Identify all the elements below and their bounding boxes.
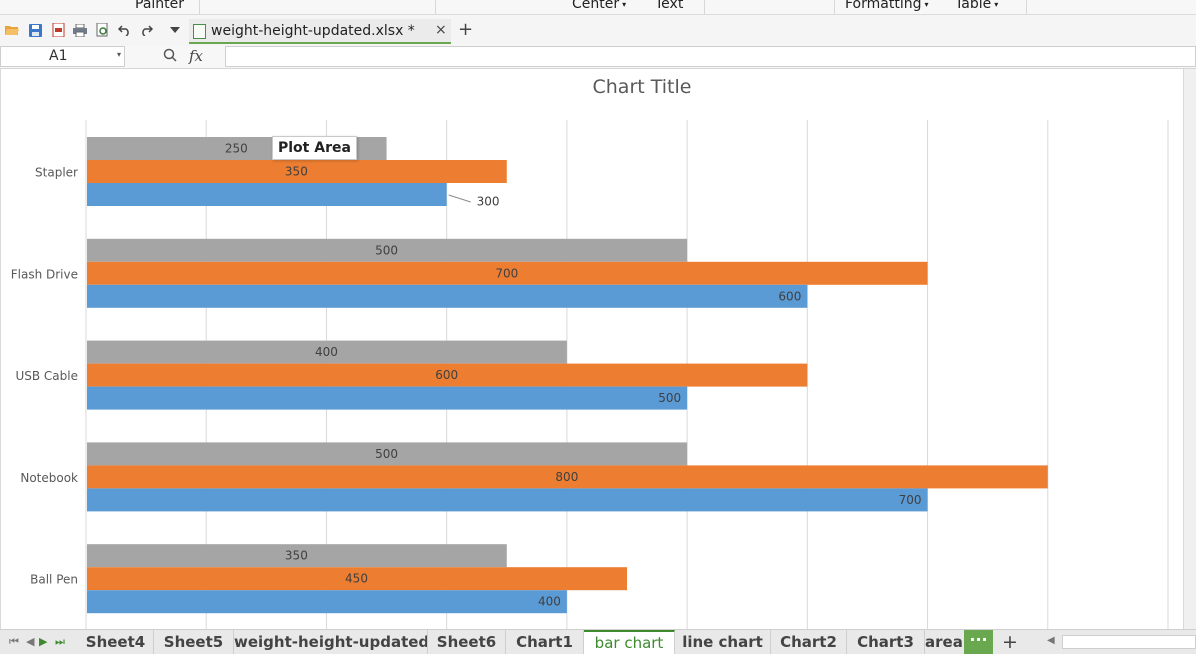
sheet-tab-bar: ⏮ ◀ ▶ ⏭ Sheet4 Sheet5 weight-height-upda… xyxy=(0,629,1196,654)
print-icon[interactable] xyxy=(73,23,87,37)
data-label: 400 xyxy=(315,345,338,359)
chevron-down-icon: ▾ xyxy=(994,0,999,9)
add-sheet-button[interactable]: + xyxy=(1002,631,1018,653)
chart-title[interactable]: Chart Title xyxy=(593,76,692,98)
customize-dropdown-icon[interactable] xyxy=(168,23,182,37)
merge-center-label: Center xyxy=(572,0,620,12)
bar[interactable] xyxy=(87,590,567,614)
first-sheet-icon[interactable]: ⏮ xyxy=(9,635,19,649)
new-tab-button[interactable]: + xyxy=(458,19,473,40)
chevron-down-icon: ▾ xyxy=(622,0,627,9)
ribbon-separator xyxy=(435,0,436,14)
export-pdf-icon[interactable] xyxy=(51,23,65,37)
tab-sheet5[interactable]: Sheet5 xyxy=(154,630,234,654)
title-toolbar: weight-height-updated.xlsx * × + xyxy=(0,15,1196,47)
scroll-left-icon[interactable]: ◀ xyxy=(1047,635,1055,646)
chevron-down-icon[interactable]: ▾ xyxy=(117,50,121,59)
data-label: 250 xyxy=(225,142,248,156)
tab-sheet6[interactable]: Sheet6 xyxy=(428,630,506,654)
next-sheet-icon[interactable]: ▶ xyxy=(39,635,47,648)
data-label: 500 xyxy=(658,391,681,405)
tab-area[interactable]: area xyxy=(925,630,964,654)
category-label: Stapler xyxy=(35,166,78,180)
vertical-scrollbar[interactable] xyxy=(1184,69,1196,629)
bar[interactable] xyxy=(87,284,808,308)
category-label: Notebook xyxy=(20,471,78,485)
tab-chart3[interactable]: Chart3 xyxy=(847,630,925,654)
zoom-icon[interactable] xyxy=(163,48,177,66)
tab-chart2[interactable]: Chart2 xyxy=(771,630,847,654)
undo-icon[interactable] xyxy=(117,23,131,37)
print-preview-icon[interactable] xyxy=(95,23,109,37)
save-icon[interactable] xyxy=(28,23,42,37)
tab-chart1[interactable]: Chart1 xyxy=(506,630,584,654)
category-labels: Stapler Flash Drive USB Cable Notebook Ball … xyxy=(11,166,78,587)
close-tab-icon[interactable]: × xyxy=(435,22,447,38)
chart-sheet: Chart Title Stapler Flash Drive USB Cable N… xyxy=(0,69,1196,629)
document-tab-title: weight-height-updated.xlsx * xyxy=(211,23,415,39)
formula-bar: A1 ▾ fx xyxy=(0,46,1196,69)
fx-icon[interactable]: fx xyxy=(189,47,203,65)
data-label: 700 xyxy=(495,266,518,280)
conditional-formatting-label: Formatting xyxy=(845,0,922,12)
cell-reference: A1 xyxy=(49,48,68,64)
data-label: 600 xyxy=(435,368,458,382)
plot-area-tooltip: Plot Area xyxy=(272,136,357,160)
tab-weight-height-updated[interactable]: weight-height-updated xyxy=(234,630,428,654)
prev-sheet-icon[interactable]: ◀ xyxy=(26,635,34,648)
tab-sheet4[interactable]: Sheet4 xyxy=(78,630,154,654)
data-label: 350 xyxy=(285,549,308,563)
merge-center-button[interactable]: Center ▾ xyxy=(572,0,626,12)
bar-chart[interactable]: Chart Title Stapler Flash Drive USB Cable N… xyxy=(1,69,1183,629)
ribbon-separator xyxy=(199,0,200,14)
redo-icon[interactable] xyxy=(139,23,153,37)
conditional-formatting-button[interactable]: Formatting ▾ xyxy=(845,0,929,12)
tab-bar-chart[interactable]: bar chart xyxy=(584,630,675,654)
category-label: USB Cable xyxy=(15,369,78,383)
ribbon-strip: Painter Center ▾ Text Formatting ▾ Table ▾ xyxy=(0,0,1196,15)
formula-input[interactable] xyxy=(225,46,1196,67)
data-label: 300 xyxy=(477,195,500,209)
document-tab[interactable]: weight-height-updated.xlsx * × xyxy=(189,19,451,44)
chevron-down-icon: ▾ xyxy=(924,0,929,9)
data-label: 450 xyxy=(345,572,368,586)
format-painter-label[interactable]: Painter xyxy=(135,0,184,12)
last-sheet-icon[interactable]: ⏭ xyxy=(55,635,65,649)
more-sheets-button[interactable]: ··· xyxy=(964,630,993,654)
leader-line xyxy=(448,194,471,203)
tab-line-chart[interactable]: line chart xyxy=(675,630,771,654)
data-label: 600 xyxy=(778,289,801,303)
wrap-text-button[interactable]: Text xyxy=(655,0,683,12)
format-table-label: Table xyxy=(955,0,992,12)
format-table-button[interactable]: Table ▾ xyxy=(955,0,998,12)
horizontal-scrollbar[interactable] xyxy=(1062,635,1196,649)
bar[interactable] xyxy=(87,386,688,410)
bar[interactable] xyxy=(87,488,928,512)
data-label: 500 xyxy=(375,447,398,461)
data-label: 700 xyxy=(899,493,922,507)
data-label: 800 xyxy=(555,470,578,484)
spreadsheet-file-icon xyxy=(193,24,206,39)
ribbon-separator xyxy=(1026,0,1027,14)
category-label: Flash Drive xyxy=(11,267,78,281)
chart-area[interactable]: Chart Title Stapler Flash Drive USB Cable N… xyxy=(0,69,1184,629)
ribbon-separator xyxy=(704,0,705,14)
name-box[interactable]: A1 ▾ xyxy=(0,46,125,67)
category-label: Ball Pen xyxy=(30,573,78,587)
data-label: 350 xyxy=(285,165,308,179)
open-icon[interactable] xyxy=(5,23,19,37)
ribbon-separator xyxy=(834,0,835,14)
data-label: 500 xyxy=(375,243,398,257)
bar[interactable] xyxy=(87,183,447,206)
data-label: 400 xyxy=(538,595,561,609)
